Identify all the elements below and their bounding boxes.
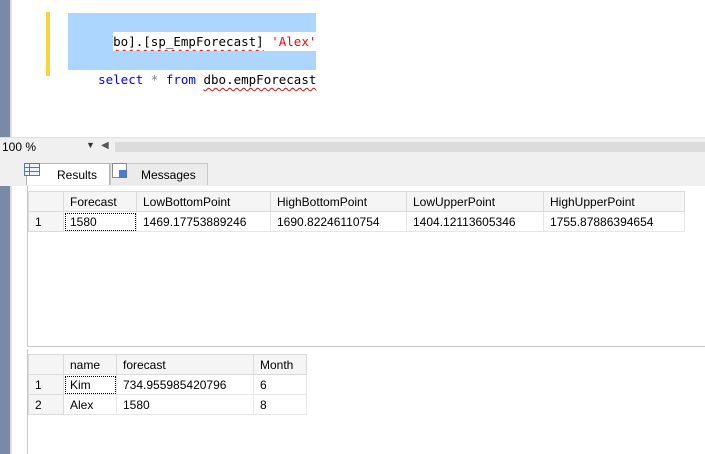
zoom-level[interactable]: 100 % (2, 140, 36, 154)
code-line-1[interactable]: [dbo].[sp_EmpForecast] 'Alex' (68, 13, 317, 49)
horizontal-scrollbar[interactable] (115, 142, 705, 152)
table-row[interactable]: 1 Kim 734.955985420796 6 (28, 374, 307, 395)
result-table-1: Forecast LowBottomPoint HighBottomPoint … (28, 191, 685, 232)
tab-results-label: Results (57, 168, 98, 182)
select-keyword: select (98, 72, 144, 87)
row-number[interactable]: 1 (28, 211, 64, 232)
result-grid-1[interactable]: Forecast LowBottomPoint HighBottomPoint … (27, 186, 705, 347)
row-header-corner (28, 354, 64, 375)
result-grid-2[interactable]: name forecast Month 1 Kim 734.9559854207… (27, 349, 705, 454)
column-header[interactable]: Month (253, 354, 307, 375)
column-header[interactable]: LowBottomPoint (136, 191, 271, 212)
results-tabs: Results Messages (0, 156, 705, 186)
header-row: name forecast Month (28, 354, 307, 375)
column-header[interactable]: LowUpperPoint (406, 191, 544, 212)
row-number[interactable]: 1 (28, 374, 64, 395)
table-cell[interactable]: Kim (63, 374, 117, 395)
scroll-left-icon[interactable]: ◀ (101, 140, 109, 151)
editor-left-margin (0, 0, 10, 454)
results-grid-icon (24, 163, 40, 176)
tab-messages-label: Messages (141, 168, 196, 182)
table-cell[interactable]: 6 (253, 374, 307, 395)
table-cell[interactable]: 1404.12113605346 (406, 211, 544, 232)
table-row[interactable]: 2 Alex 1580 8 (28, 394, 307, 415)
header-row: Forecast LowBottomPoint HighBottomPoint … (28, 191, 685, 212)
column-header[interactable]: HighBottomPoint (270, 191, 407, 212)
query-editor[interactable]: [dbo].[sp_EmpForecast] 'Alex' go select … (12, 0, 705, 137)
proc-argument: 'Alex' (271, 34, 317, 49)
from-keyword: from (165, 72, 196, 87)
row-header-corner (28, 191, 64, 212)
table-cell[interactable]: Alex (63, 394, 117, 415)
table-name: dbo.empForecast (203, 72, 317, 87)
table-cell[interactable]: 1755.87886394654 (543, 211, 685, 232)
table-cell[interactable]: 734.955985420796 (116, 374, 254, 395)
column-header[interactable]: name (63, 354, 117, 375)
table-row[interactable]: 1 1580 1469.17753889246 1690.82246110754… (28, 211, 685, 232)
code-line-2[interactable]: go (68, 32, 114, 68)
code-line-3[interactable]: select * from dbo.empForecast (68, 51, 317, 87)
table-cell[interactable]: 1580 (116, 394, 254, 415)
changed-lines-indicator (46, 12, 50, 76)
proc-name: [dbo].[sp_EmpForecast] (98, 34, 264, 49)
row-number[interactable]: 2 (28, 394, 64, 415)
column-header[interactable]: forecast (116, 354, 254, 375)
table-cell[interactable]: 1469.17753889246 (136, 211, 271, 232)
chevron-down-icon[interactable]: ▼ (86, 140, 95, 150)
table-cell[interactable]: 1580 (63, 211, 137, 232)
table-cell[interactable]: 1690.82246110754 (270, 211, 407, 232)
column-header[interactable]: HighUpperPoint (543, 191, 685, 212)
zoom-bar: 100 % ▼ ◀ (0, 137, 705, 156)
result-table-2: name forecast Month 1 Kim 734.9559854207… (28, 354, 307, 415)
column-header[interactable]: Forecast (63, 191, 137, 212)
table-cell[interactable]: 8 (253, 394, 307, 415)
messages-icon (112, 163, 127, 178)
